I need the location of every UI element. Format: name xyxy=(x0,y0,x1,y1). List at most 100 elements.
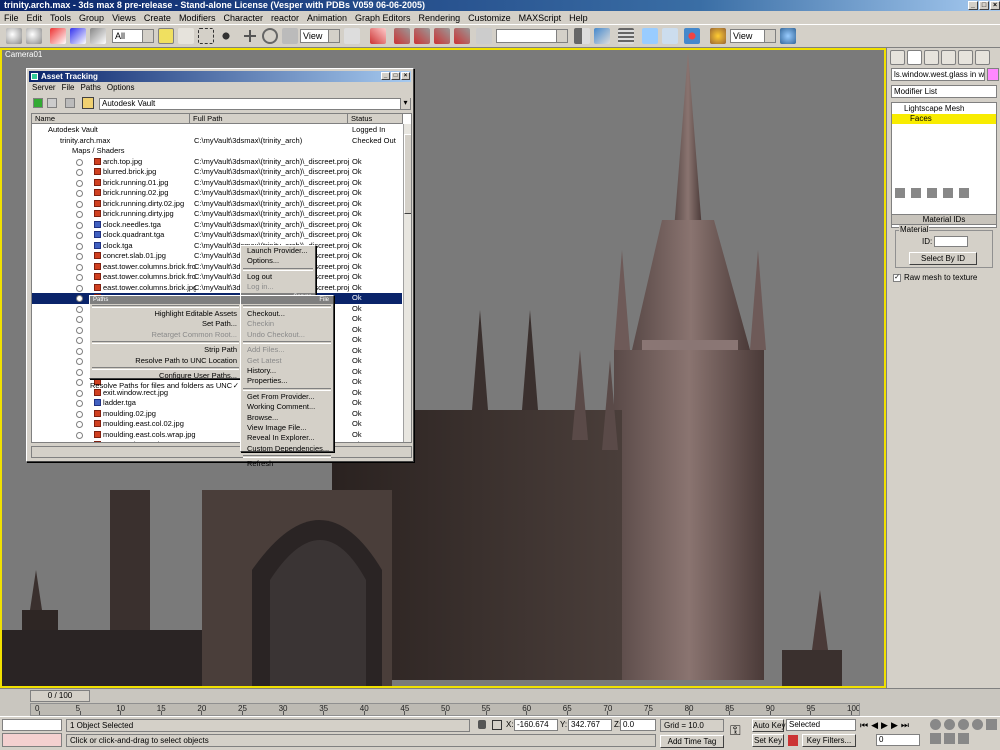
angle-snap-icon[interactable] xyxy=(414,28,430,44)
material-id-spinner[interactable] xyxy=(934,236,968,247)
curve-editor-icon[interactable] xyxy=(642,28,658,44)
zoom-icon[interactable] xyxy=(930,719,941,730)
menu-edit[interactable]: Edit xyxy=(23,13,47,23)
menu-create[interactable]: Create xyxy=(140,13,175,23)
menu-resolve-paths-unc[interactable]: Resolve Paths for files and folders as U… xyxy=(90,381,241,391)
menu-maxscript[interactable]: MAXScript xyxy=(515,13,566,23)
select-object-icon[interactable] xyxy=(158,28,174,44)
absolute-mode-icon[interactable] xyxy=(492,720,502,730)
undo-icon[interactable] xyxy=(6,28,22,44)
table-row[interactable]: clock.tgaC:\myVault\3dsmax\(trinity_arch… xyxy=(32,241,402,252)
make-unique-icon[interactable] xyxy=(927,188,937,198)
asset-radio[interactable] xyxy=(76,358,83,365)
hierarchy-tab-icon[interactable] xyxy=(924,50,939,65)
dialog-menu-paths[interactable]: Paths xyxy=(77,82,103,93)
select-and-link-icon[interactable] xyxy=(50,28,66,44)
column-header-full-path[interactable]: Full Path xyxy=(190,114,348,124)
dialog-menu-file[interactable]: File xyxy=(59,82,78,93)
edit-named-selection-icon[interactable] xyxy=(476,28,492,44)
time-slider[interactable]: 0 / 100 xyxy=(30,690,90,702)
asset-radio[interactable] xyxy=(76,431,83,439)
table-row[interactable]: blurred.brick.jpg C:\myVault\3dsmax\(trin… xyxy=(32,167,402,178)
menu-configure-user-paths[interactable]: Configure User Paths... xyxy=(90,371,241,381)
lock-selection-icon[interactable] xyxy=(478,720,486,729)
dialog-close-button[interactable]: × xyxy=(401,72,410,80)
table-row[interactable]: east.tower.columns.brick.jpgC:\myVault\3… xyxy=(32,283,402,294)
menu-undo-checkout[interactable]: Undo Checkout... xyxy=(241,330,333,340)
align-icon[interactable] xyxy=(594,28,610,44)
menu-strip-path[interactable]: Strip Path xyxy=(90,345,241,355)
z-coordinate-field[interactable]: 0.0 xyxy=(620,719,656,731)
menu-retarget-common-root[interactable]: Retarget Common Root... xyxy=(90,330,241,340)
asset-radio[interactable] xyxy=(76,337,83,344)
unlink-icon[interactable] xyxy=(70,28,86,44)
table-row[interactable]: moulding.02.jpg Ok xyxy=(32,409,402,420)
asset-radio[interactable] xyxy=(76,179,83,187)
asset-radio[interactable] xyxy=(76,284,83,292)
menu-views[interactable]: Views xyxy=(108,13,140,23)
menu-get-latest[interactable]: Get Latest xyxy=(241,356,333,366)
asset-radio[interactable] xyxy=(76,169,83,176)
render-view-dropdown[interactable]: View xyxy=(730,29,776,43)
menu-history[interactable]: History... xyxy=(241,366,333,376)
menu-help[interactable]: Help xyxy=(565,13,592,23)
asset-radio[interactable] xyxy=(76,368,83,376)
menu-working-comment[interactable]: Working Comment... xyxy=(241,402,333,412)
zoom-all-icon[interactable] xyxy=(944,719,955,730)
table-row[interactable]: brick.running.01.jpg C:\myVault\3dsmax\(t… xyxy=(32,178,402,189)
schematic-view-icon[interactable] xyxy=(662,28,678,44)
menu-character[interactable]: Character xyxy=(219,13,267,23)
snap-toggle-icon[interactable] xyxy=(394,28,410,44)
maximize-viewport-icon[interactable] xyxy=(958,733,969,744)
select-by-name-icon[interactable] xyxy=(178,28,194,44)
table-row[interactable]: moulding.east.col.02.jpg Ok xyxy=(32,419,402,430)
menu-log-out[interactable]: Log out xyxy=(241,272,315,282)
asset-radio[interactable] xyxy=(76,347,83,355)
key-filter-icon[interactable] xyxy=(788,735,798,746)
list-view-icon[interactable] xyxy=(47,98,57,108)
show-end-result-icon[interactable] xyxy=(911,188,921,198)
menu-tools[interactable]: Tools xyxy=(46,13,75,23)
table-view-icon[interactable] xyxy=(82,97,94,109)
menu-graph-editors[interactable]: Graph Editors xyxy=(351,13,415,23)
asset-radio[interactable] xyxy=(76,242,83,250)
menu-view-image-file[interactable]: View Image File... xyxy=(241,423,333,433)
go-to-end-icon[interactable]: ⏭ xyxy=(901,720,909,731)
menu-reveal-in-explorer[interactable]: Reveal In Explorer... xyxy=(241,433,333,443)
rectangular-selection-icon[interactable] xyxy=(198,28,214,44)
render-scene-icon[interactable] xyxy=(710,28,726,44)
table-row[interactable]: Maps / Shaders xyxy=(32,146,402,157)
object-name-field[interactable]: ls.window.west.glass in windo xyxy=(891,68,985,81)
zoom-extents-icon[interactable] xyxy=(958,719,969,730)
menu-get-from-provider[interactable]: Get From Provider... xyxy=(241,392,333,402)
display-tab-icon[interactable] xyxy=(958,50,973,65)
set-key-button[interactable]: Set Key xyxy=(752,734,784,747)
menu-checkout[interactable]: Checkout... xyxy=(241,309,333,319)
asset-list-scrollbar[interactable] xyxy=(403,124,411,442)
percent-snap-icon[interactable] xyxy=(434,28,450,44)
asset-radio[interactable] xyxy=(76,400,83,407)
current-frame-field[interactable]: 0 xyxy=(876,734,920,746)
table-row[interactable]: east.tower.columns.brick.fro...C:\myVaul… xyxy=(32,262,402,273)
table-row[interactable]: brick.running.dirty.jpg C:\myVault\3dsmax… xyxy=(32,209,402,220)
reference-coordinate-dropdown[interactable]: View xyxy=(300,29,340,43)
menu-browse[interactable]: Browse... xyxy=(241,413,333,423)
modify-tab-icon[interactable] xyxy=(907,50,922,65)
asset-radio[interactable] xyxy=(76,410,83,418)
raw-mesh-checkbox[interactable]: ✓ xyxy=(893,274,901,282)
add-time-tag-button[interactable]: Add Time Tag xyxy=(660,735,724,748)
maxscript-listener-mini[interactable] xyxy=(2,719,62,731)
menu-options[interactable]: Options... xyxy=(241,256,315,266)
minimize-button[interactable]: _ xyxy=(968,1,978,10)
refresh-icon[interactable] xyxy=(33,98,43,108)
field-of-view-icon[interactable] xyxy=(986,719,997,730)
menu-custom-dependencies[interactable]: Custom Dependencies... xyxy=(241,444,333,454)
viewport-label[interactable]: Camera01 xyxy=(5,50,42,59)
table-row[interactable]: east.tower.columns.brick.fro...C:\myVaul… xyxy=(32,272,402,283)
go-to-start-icon[interactable]: ⏮ xyxy=(860,720,868,731)
table-row[interactable]: trinity.arch.max C:\myVault\3dsmax\(trini… xyxy=(32,136,402,147)
menu-reactor[interactable]: reactor xyxy=(267,13,303,23)
table-row[interactable]: brick.running.02.jpg C:\myVault\3dsmax\(t… xyxy=(32,188,402,199)
menu-log-in[interactable]: Log in... xyxy=(241,282,315,292)
dialog-menu-server[interactable]: Server xyxy=(29,82,59,93)
